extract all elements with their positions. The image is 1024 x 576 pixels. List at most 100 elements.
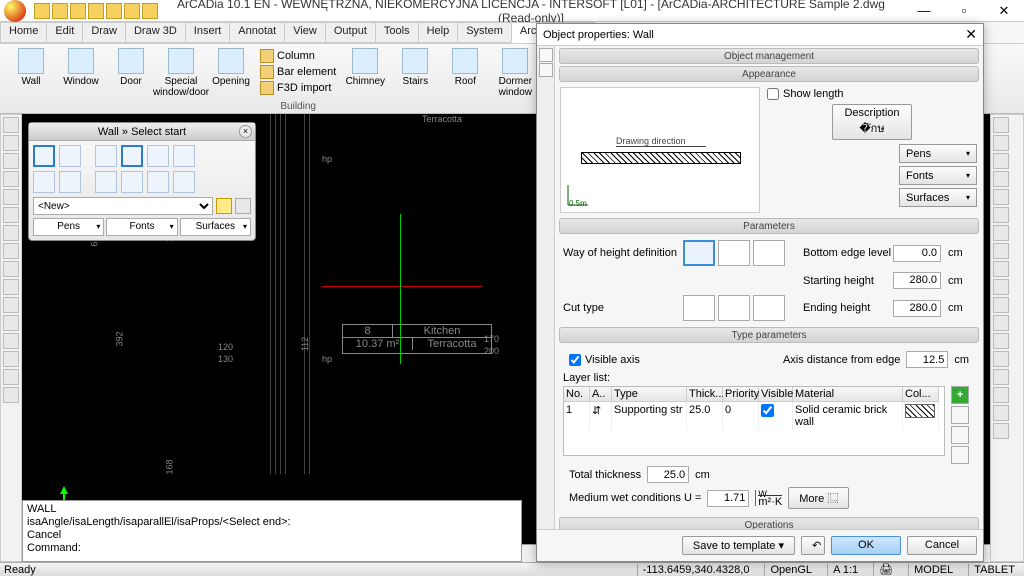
mode-icon[interactable] bbox=[59, 145, 81, 167]
window-button[interactable]: Window bbox=[56, 46, 106, 98]
cancel-button[interactable]: Cancel bbox=[907, 536, 977, 555]
dormer-window-button[interactable]: Dormer window bbox=[490, 46, 540, 98]
status-print-icon[interactable]: 🖨 bbox=[873, 563, 898, 576]
tab-output[interactable]: Output bbox=[325, 22, 376, 43]
mode-icon[interactable] bbox=[173, 171, 195, 193]
tool-icon[interactable] bbox=[3, 117, 19, 133]
qat-icon[interactable] bbox=[70, 3, 86, 19]
tool-icon[interactable] bbox=[3, 297, 19, 313]
surfaces-dropdown[interactable]: Surfaces bbox=[899, 188, 977, 207]
tool-icon[interactable] bbox=[993, 153, 1009, 169]
dialog-close-icon[interactable]: ✕ bbox=[965, 26, 977, 43]
section-object-management[interactable]: Object management bbox=[559, 48, 979, 64]
cut-type-icon[interactable] bbox=[718, 295, 750, 321]
cut-type-icon[interactable] bbox=[753, 295, 785, 321]
tool-icon[interactable] bbox=[993, 261, 1009, 277]
mode-icon[interactable] bbox=[95, 171, 117, 193]
tool-icon[interactable] bbox=[3, 261, 19, 277]
tool-icon[interactable] bbox=[3, 333, 19, 349]
axis-distance-input[interactable] bbox=[906, 351, 948, 368]
more-button[interactable]: More ⿺ bbox=[788, 487, 849, 509]
move-down-button[interactable] bbox=[951, 446, 969, 464]
section-operations[interactable]: Operations bbox=[559, 517, 979, 529]
column-button[interactable]: Column bbox=[258, 48, 338, 64]
show-length-checkbox[interactable]: Show length bbox=[767, 88, 977, 100]
save-to-template-button[interactable]: Save to template ▾ bbox=[682, 536, 795, 555]
ending-height-input[interactable]: 280.0 bbox=[893, 300, 941, 317]
tab-tools[interactable]: Tools bbox=[375, 22, 419, 43]
tool-icon[interactable] bbox=[3, 387, 19, 403]
section-appearance[interactable]: Appearance bbox=[559, 66, 979, 82]
chimney-button[interactable]: Chimney bbox=[340, 46, 390, 98]
side-tab-icon[interactable] bbox=[539, 63, 553, 77]
height-mode-icon[interactable] bbox=[683, 240, 715, 266]
preset-icon[interactable] bbox=[216, 198, 232, 214]
tab-draw3d[interactable]: Draw 3D bbox=[125, 22, 186, 43]
mode-icon[interactable] bbox=[147, 171, 169, 193]
qat-icon[interactable] bbox=[34, 3, 50, 19]
tool-icon[interactable] bbox=[993, 243, 1009, 259]
tab-annotate[interactable]: Annotat bbox=[229, 22, 285, 43]
status-tablet[interactable]: TABLET bbox=[968, 564, 1020, 576]
tool-icon[interactable] bbox=[993, 207, 1009, 223]
tool-icon[interactable] bbox=[993, 135, 1009, 151]
status-model[interactable]: MODEL bbox=[908, 564, 958, 576]
tool-icon[interactable] bbox=[993, 171, 1009, 187]
tool-icon[interactable] bbox=[3, 225, 19, 241]
mode-icon[interactable] bbox=[33, 171, 55, 193]
tool-icon[interactable] bbox=[3, 171, 19, 187]
fonts-dropdown[interactable]: Fonts bbox=[899, 166, 977, 185]
layer-table[interactable]: No.A..TypeThick...PriorityVisibleMateria… bbox=[563, 386, 945, 456]
mode-icon[interactable] bbox=[33, 145, 55, 167]
add-layer-button[interactable]: + bbox=[951, 386, 969, 404]
tool-icon[interactable] bbox=[993, 315, 1009, 331]
pens-dropdown[interactable]: Pens bbox=[899, 144, 977, 163]
tab-home[interactable]: Home bbox=[0, 22, 47, 43]
tool-icon[interactable] bbox=[3, 315, 19, 331]
tool-icon[interactable] bbox=[993, 117, 1009, 133]
tool-icon[interactable] bbox=[3, 243, 19, 259]
minimize-button[interactable]: — bbox=[904, 0, 944, 22]
tab-draw[interactable]: Draw bbox=[82, 22, 126, 43]
fonts-dropdown[interactable]: Fonts bbox=[106, 218, 177, 236]
bottom-edge-input[interactable]: 0.0 bbox=[893, 245, 941, 262]
tool-icon[interactable] bbox=[3, 207, 19, 223]
qat-icon[interactable] bbox=[124, 3, 140, 19]
mode-icon[interactable] bbox=[59, 171, 81, 193]
door-button[interactable]: Door bbox=[106, 46, 156, 98]
tool-icon[interactable] bbox=[3, 135, 19, 151]
tool-icon[interactable] bbox=[993, 387, 1009, 403]
special-button[interactable]: Special window/door bbox=[156, 46, 206, 98]
bar-element-button[interactable]: Bar element bbox=[258, 64, 338, 80]
mode-icon[interactable] bbox=[121, 145, 143, 167]
remove-layer-button[interactable] bbox=[951, 406, 969, 424]
tool-icon[interactable] bbox=[3, 153, 19, 169]
status-scale[interactable]: A 1:1 bbox=[827, 564, 863, 576]
tool-icon[interactable] bbox=[993, 225, 1009, 241]
wall-button[interactable]: Wall bbox=[6, 46, 56, 98]
opening-button[interactable]: Opening bbox=[206, 46, 256, 98]
tool-icon[interactable] bbox=[993, 369, 1009, 385]
side-tab-icon[interactable] bbox=[539, 48, 553, 62]
tool-icon[interactable] bbox=[993, 279, 1009, 295]
preset-select[interactable]: <New> bbox=[33, 197, 213, 215]
f3d-import-button[interactable]: F3D import bbox=[258, 80, 338, 96]
close-icon[interactable]: × bbox=[239, 125, 252, 138]
description-button[interactable]: Description �ักษ bbox=[832, 104, 912, 140]
tab-system[interactable]: System bbox=[457, 22, 512, 43]
qat-icon[interactable] bbox=[52, 3, 68, 19]
cut-type-icon[interactable] bbox=[683, 295, 715, 321]
tool-icon[interactable] bbox=[3, 351, 19, 367]
u-value-input[interactable] bbox=[707, 490, 749, 507]
tab-edit[interactable]: Edit bbox=[46, 22, 83, 43]
mode-icon[interactable] bbox=[147, 145, 169, 167]
tab-view[interactable]: View bbox=[284, 22, 326, 43]
stairs-button[interactable]: Stairs bbox=[390, 46, 440, 98]
height-mode-icon[interactable] bbox=[718, 240, 750, 266]
tool-icon[interactable] bbox=[3, 369, 19, 385]
qat-icon[interactable] bbox=[88, 3, 104, 19]
maximize-button[interactable]: ▫ bbox=[944, 0, 984, 22]
tool-icon[interactable] bbox=[993, 297, 1009, 313]
tool-icon[interactable] bbox=[993, 351, 1009, 367]
tool-icon[interactable] bbox=[993, 405, 1009, 421]
